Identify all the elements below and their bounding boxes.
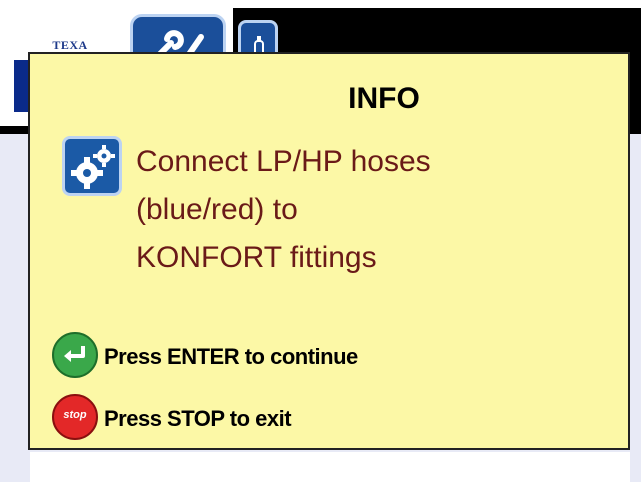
stop-action: stop Press STOP to exit (52, 394, 612, 440)
dialog-title: INFO (348, 82, 420, 115)
bottom-strip (30, 452, 630, 482)
dialog-message: Connect LP/HP hoses (blue/red) to KONFOR… (136, 138, 616, 282)
message-line: KONFORT fittings (136, 241, 377, 274)
logo-text: TEXA (52, 38, 88, 52)
stop-button[interactable]: stop (52, 394, 98, 440)
message-line: (blue/red) to (136, 193, 298, 226)
message-line: Connect LP/HP hoses (136, 145, 431, 178)
enter-action: Press ENTER to continue (52, 332, 612, 378)
stop-label: Press STOP to exit (104, 406, 292, 431)
gears-icon (62, 136, 122, 196)
info-dialog: INFO Connect LP/HP hoses (blue/red) to K… (28, 52, 630, 450)
enter-arrow-icon (64, 346, 85, 362)
stop-icon: stop (63, 409, 87, 421)
enter-button[interactable] (52, 332, 98, 378)
enter-label: Press ENTER to continue (104, 344, 358, 369)
gears-glyph (71, 145, 115, 189)
